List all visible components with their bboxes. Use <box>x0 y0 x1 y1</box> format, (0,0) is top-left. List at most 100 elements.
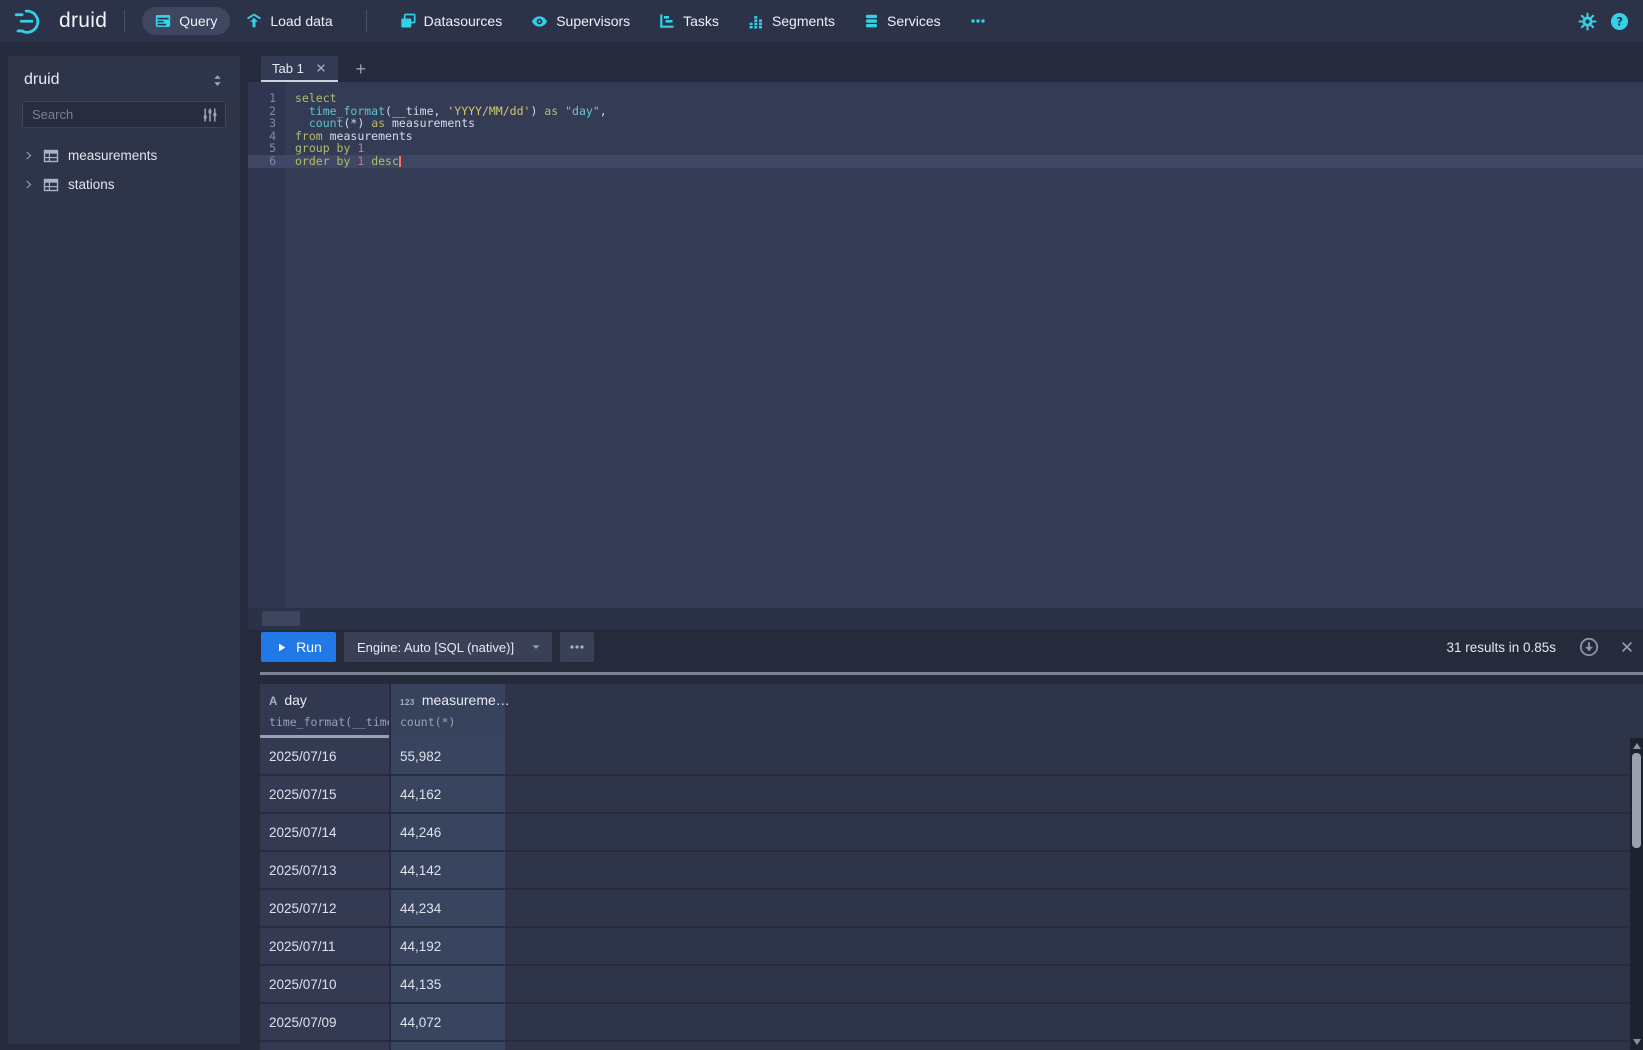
scroll-down-arrow-icon[interactable] <box>1633 1039 1641 1045</box>
nav-item-label: Segments <box>772 13 835 29</box>
stacked-windows-icon <box>400 13 416 29</box>
results-vertical-scrollbar <box>1630 738 1643 1050</box>
nav-item-label: Tasks <box>683 13 719 29</box>
schema-selector[interactable]: druid <box>8 56 240 101</box>
navbar-right: ? <box>1578 12 1629 31</box>
chevron-right-icon[interactable] <box>23 150 34 161</box>
database-icon <box>864 14 879 29</box>
table-cell-day[interactable]: 2025/07/09 <box>260 1004 389 1040</box>
table-cell-measurements[interactable]: 44,135 <box>389 966 505 1002</box>
vscroll-thumb[interactable] <box>1632 753 1641 848</box>
nav-item-services[interactable]: Services <box>851 7 954 35</box>
table-cell-day[interactable]: 2025/07/15 <box>260 776 389 812</box>
table-row[interactable]: 2025/07/1655,982 <box>260 738 1643 776</box>
nav-item-label: Supervisors <box>556 13 630 29</box>
filter-sliders-icon[interactable] <box>202 107 218 123</box>
engine-select[interactable]: Engine: Auto [SQL (native)] <box>344 632 552 662</box>
search-input[interactable] <box>23 107 225 122</box>
table-row[interactable]: 2025/07/1544,162 <box>260 776 1643 814</box>
results-rows: 2025/07/1655,9822025/07/1544,1622025/07/… <box>248 738 1643 1050</box>
pane-resize-divider[interactable] <box>260 672 1643 675</box>
nav-item-label: Services <box>887 13 941 29</box>
line-number: 2 <box>248 105 285 118</box>
hscroll-thumb[interactable] <box>262 611 300 626</box>
table-cell-measurements[interactable]: 44,192 <box>389 928 505 964</box>
table-cell-day[interactable] <box>260 1042 389 1050</box>
table-row[interactable] <box>260 1042 1643 1050</box>
console-icon <box>155 13 171 29</box>
table-cell-day[interactable]: 2025/07/16 <box>260 738 389 774</box>
add-tab-button[interactable]: + <box>349 60 373 78</box>
sort-indicator <box>260 735 389 738</box>
table-cell-day[interactable]: 2025/07/13 <box>260 852 389 888</box>
editor-line-5[interactable]: 5group by 1 <box>248 142 1643 155</box>
column-header-measurements[interactable]: 123 measureme… count(*) <box>389 684 505 738</box>
editor-line-3[interactable]: 3 count(*) as measurements <box>248 117 1643 130</box>
chevron-right-icon[interactable] <box>23 179 34 190</box>
nav-item-segments[interactable]: Segments <box>735 7 848 35</box>
search-box <box>22 101 226 128</box>
run-button[interactable]: Run <box>261 632 336 662</box>
nav-item-load-data[interactable]: Load data <box>233 7 345 35</box>
nav-item-query[interactable]: Query <box>142 7 230 35</box>
run-more-button[interactable] <box>560 632 594 662</box>
table-row[interactable]: 2025/07/1144,192 <box>260 928 1643 966</box>
nav-item-supervisors[interactable]: Supervisors <box>518 7 643 35</box>
line-number: 1 <box>248 92 285 105</box>
table-row[interactable]: 2025/07/1244,234 <box>260 890 1643 928</box>
settings-gear-icon[interactable] <box>1578 12 1597 31</box>
editor-line-6[interactable]: 6order by 1 desc <box>248 155 1643 168</box>
table-cell-measurements[interactable] <box>389 1042 505 1050</box>
nav-item-more[interactable] <box>957 7 999 35</box>
scroll-up-arrow-icon[interactable] <box>1633 743 1641 749</box>
brand-text: druid <box>59 9 107 33</box>
table-cell-day[interactable]: 2025/07/10 <box>260 966 389 1002</box>
sidebar-item-stations[interactable]: stations <box>8 170 240 199</box>
table-cell-measurements[interactable]: 44,142 <box>389 852 505 888</box>
table-cell-day[interactable]: 2025/07/11 <box>260 928 389 964</box>
query-status: 31 results in 0.85s <box>1446 640 1556 655</box>
nav-item-datasources[interactable]: Datasources <box>387 7 516 35</box>
table-cell-day[interactable]: 2025/07/12 <box>260 890 389 926</box>
close-results-icon[interactable] <box>1620 640 1634 654</box>
datasource-label: stations <box>68 177 115 192</box>
tab-close-icon[interactable] <box>315 62 327 74</box>
gantt-icon <box>659 13 675 29</box>
upload-icon <box>246 13 262 29</box>
tab-tab1[interactable]: Tab 1 <box>261 56 338 82</box>
druid-logo-icon <box>14 7 50 36</box>
table-cell-measurements[interactable]: 44,234 <box>389 890 505 926</box>
sidebar-item-measurements[interactable]: measurements <box>8 141 240 170</box>
download-results-icon[interactable] <box>1579 637 1599 657</box>
table-row[interactable]: 2025/07/1444,246 <box>260 814 1643 852</box>
druid-brand[interactable]: druid <box>14 7 107 36</box>
table-icon <box>43 148 59 164</box>
results-panel: A day time_format(__time,… 123 measureme… <box>248 684 1643 1050</box>
table-row[interactable]: 2025/07/1344,142 <box>260 852 1643 890</box>
query-view: Tab 1 + 1select2 time_format(__time, 'YY… <box>248 56 1643 1050</box>
help-icon[interactable]: ? <box>1610 12 1629 31</box>
chevron-down-icon <box>529 640 543 654</box>
table-cell-measurements[interactable]: 44,162 <box>389 776 505 812</box>
navbar-divider <box>366 10 367 32</box>
table-row[interactable]: 2025/07/1044,135 <box>260 966 1643 1004</box>
table-cell-measurements[interactable]: 44,072 <box>389 1004 505 1040</box>
nav-item-label: Query <box>179 13 217 29</box>
nav-item-tasks[interactable]: Tasks <box>646 7 732 35</box>
svg-text:?: ? <box>1616 14 1623 28</box>
editor-line-4[interactable]: 4from measurements <box>248 130 1643 143</box>
bar-chart-icon <box>748 13 764 29</box>
table-cell-measurements[interactable]: 44,246 <box>389 814 505 850</box>
editor-horizontal-scrollbar <box>248 608 1643 630</box>
sql-editor[interactable]: 1select2 time_format(__time, 'YYYY/MM/dd… <box>248 82 1643 608</box>
table-cell-day[interactable]: 2025/07/14 <box>260 814 389 850</box>
table-cell-measurements[interactable]: 55,982 <box>389 738 505 774</box>
table-row[interactable]: 2025/07/0944,072 <box>260 1004 1643 1042</box>
double-caret-icon <box>210 73 225 88</box>
query-tabbar: Tab 1 + <box>248 56 1643 82</box>
play-icon <box>275 641 288 654</box>
line-number: 4 <box>248 130 285 143</box>
table-icon <box>43 177 59 193</box>
column-header-day[interactable]: A day time_format(__time,… <box>260 684 389 738</box>
run-toolbar: Run Engine: Auto [SQL (native)] 31 resul… <box>248 632 1643 662</box>
